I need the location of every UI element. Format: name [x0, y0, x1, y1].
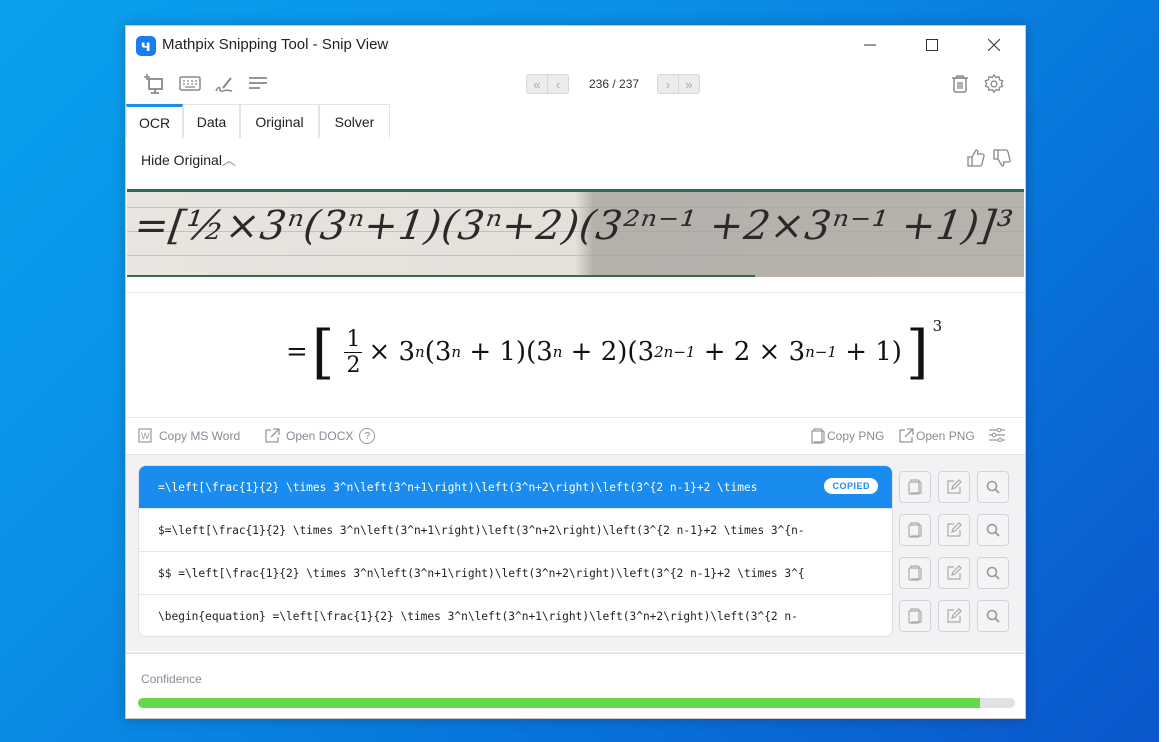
copy-icon: [908, 564, 922, 581]
external-link-icon: [899, 428, 914, 443]
result-row[interactable]: \begin{equation} =\left[\frac{1}{2} \tim…: [139, 595, 892, 636]
search-result-button[interactable]: [977, 556, 1009, 589]
copy-result-button[interactable]: [899, 556, 931, 589]
fraction: 1 2: [344, 326, 363, 378]
equals-sign: =: [286, 337, 308, 367]
app-window: ч Mathpix Snipping Tool - Snip View « ‹ …: [125, 25, 1026, 719]
text-lines-icon: [249, 77, 267, 89]
gear-icon: [984, 74, 1004, 93]
screen-snip-icon: [144, 74, 163, 94]
copy-icon: [908, 521, 922, 538]
confidence-label: Confidence: [141, 672, 202, 686]
thumbs-up-button[interactable]: [966, 148, 986, 168]
result-row[interactable]: $=\left[\frac{1}{2} \times 3^n\left(3^n+…: [139, 509, 892, 552]
pen-icon: [215, 77, 233, 92]
title-bar: ч Mathpix Snipping Tool - Snip View: [126, 26, 1025, 64]
right-bracket: ]: [905, 318, 929, 386]
left-bracket: [: [311, 318, 335, 386]
latex-results-panel: =\left[\frac{1}{2} \times 3^n\left(3^n+1…: [126, 454, 1025, 651]
search-icon: [986, 480, 1000, 494]
latex-results-list: =\left[\frac{1}{2} \times 3^n\left(3^n+1…: [138, 465, 893, 637]
trash-icon: [952, 75, 968, 93]
search-result-button[interactable]: [977, 599, 1009, 632]
view-tabs: OCR Data Original Solver: [126, 104, 1025, 138]
rendered-equation: = [ 1 2 × 3n (3 n + 1)(3 n + 2)(3 2n−1 + 2 …: [126, 292, 1025, 418]
edit-result-button[interactable]: [938, 556, 970, 589]
edit-result-button[interactable]: [938, 513, 970, 546]
hide-original-toggle[interactable]: Hide Original︿: [141, 150, 236, 170]
external-link-icon: [265, 428, 280, 443]
confidence-bar-fill: [138, 698, 980, 708]
hide-original-label: Hide Original: [141, 152, 222, 168]
copy-png-button[interactable]: Copy PNG: [811, 428, 884, 444]
edit-icon: [947, 564, 962, 580]
chevron-up-icon: ︿: [221, 152, 236, 168]
thumbs-up-icon: [967, 149, 985, 167]
edit-icon: [947, 521, 962, 537]
open-png-button[interactable]: Open PNG: [898, 428, 975, 444]
search-icon: [986, 609, 1000, 623]
mathpix-logo-icon: ч: [136, 36, 156, 56]
first-page-button[interactable]: «: [527, 75, 547, 93]
confidence-section: Confidence: [126, 652, 1025, 721]
result-row[interactable]: =\left[\frac{1}{2} \times 3^n\left(3^n+1…: [139, 466, 892, 509]
copy-result-button[interactable]: [899, 599, 931, 632]
handwriting-button[interactable]: [213, 73, 237, 95]
toolbar: « ‹ 236 / 237 › »: [126, 66, 1025, 102]
handwritten-equation: =[½×3ⁿ(3ⁿ+1)(3ⁿ+2)(3²ⁿ⁻¹ +2×3ⁿ⁻¹ +1)]³: [131, 203, 1017, 249]
edit-icon: [947, 607, 962, 623]
thumbs-down-icon: [993, 149, 1011, 167]
close-button[interactable]: [971, 30, 1017, 60]
open-docx-button[interactable]: Open DOCX ?: [264, 428, 376, 444]
screenshot-snip-button[interactable]: [142, 73, 166, 95]
copy-result-button[interactable]: [899, 470, 931, 503]
help-icon[interactable]: ?: [359, 428, 376, 444]
search-result-button[interactable]: [977, 470, 1009, 503]
thumbs-down-button[interactable]: [992, 148, 1012, 168]
word-icon: W: [138, 428, 152, 443]
tab-ocr[interactable]: OCR: [126, 104, 183, 138]
close-icon: [988, 39, 1000, 51]
tab-original[interactable]: Original: [240, 104, 319, 138]
last-page-button[interactable]: »: [678, 75, 699, 93]
copied-badge: COPIED: [824, 478, 878, 494]
outer-exponent: 3: [932, 317, 943, 335]
maximize-button[interactable]: [909, 30, 955, 60]
format-settings-button[interactable]: [988, 428, 1012, 442]
copy-icon: [908, 607, 922, 624]
edit-result-button[interactable]: [938, 470, 970, 503]
copy-result-button[interactable]: [899, 513, 931, 546]
edit-icon: [947, 478, 962, 494]
snip-pager: « ‹ 236 / 237 › »: [526, 74, 701, 94]
original-snip-image: =[½×3ⁿ(3ⁿ+1)(3ⁿ+2)(3²ⁿ⁻¹ +2×3ⁿ⁻¹ +1)]³: [127, 189, 1024, 277]
minimize-icon: [864, 44, 876, 46]
copy-icon: [908, 478, 922, 495]
search-icon: [986, 566, 1000, 580]
keyboard-button[interactable]: [178, 73, 202, 95]
next-page-button[interactable]: ›: [658, 75, 678, 93]
window-title: Mathpix Snipping Tool - Snip View: [162, 36, 389, 53]
tab-data[interactable]: Data: [183, 104, 240, 138]
search-result-button[interactable]: [977, 513, 1009, 546]
page-count: 236 / 237: [589, 77, 640, 91]
keyboard-icon: [179, 76, 201, 91]
result-row-buttons: [899, 465, 1014, 637]
text-lines-button[interactable]: [246, 73, 270, 95]
delete-button[interactable]: [948, 73, 972, 95]
copy-icon: [811, 428, 825, 444]
confidence-bar: [138, 698, 1015, 708]
maximize-icon: [926, 39, 938, 51]
svg-text:W: W: [141, 431, 150, 441]
copy-ms-word-button[interactable]: W Copy MS Word: [138, 428, 240, 443]
sliders-icon: [989, 428, 1005, 442]
minimize-button[interactable]: [847, 30, 893, 60]
tab-solver[interactable]: Solver: [319, 104, 390, 138]
settings-button[interactable]: [982, 73, 1006, 95]
search-icon: [986, 523, 1000, 537]
result-row[interactable]: $$ =\left[\frac{1}{2} \times 3^n\left(3^…: [139, 552, 892, 595]
export-actions: W Copy MS Word Open DOCX ? Copy PNG Open…: [126, 424, 1025, 452]
edit-result-button[interactable]: [938, 599, 970, 632]
prev-page-button[interactable]: ‹: [547, 75, 568, 93]
